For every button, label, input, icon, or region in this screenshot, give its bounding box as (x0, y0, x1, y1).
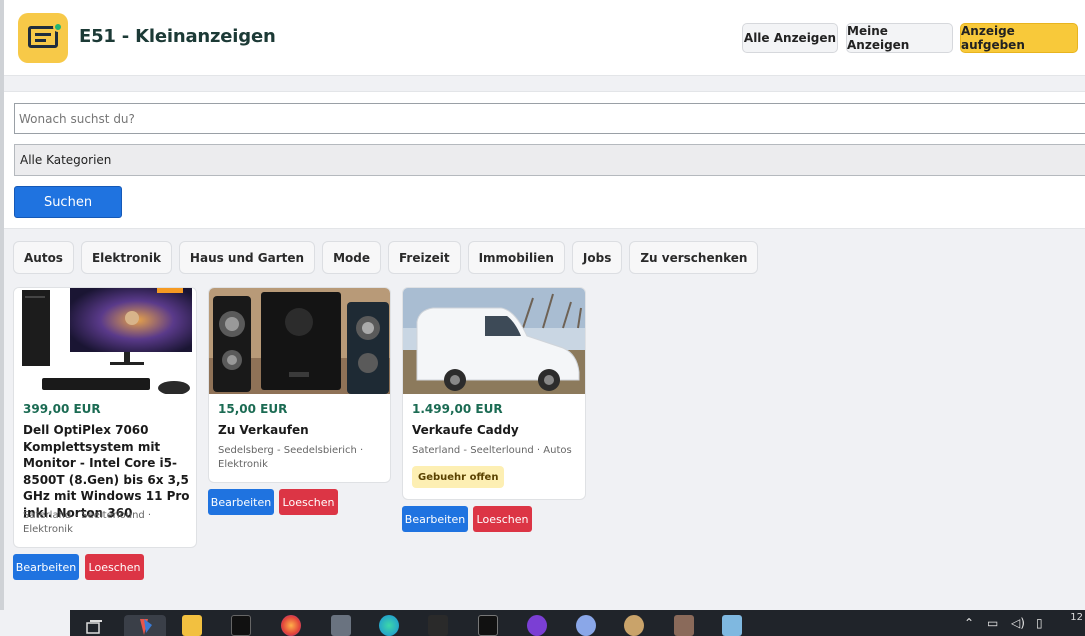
app-icon-cloud[interactable] (576, 615, 596, 636)
browser-app-icon[interactable] (124, 615, 166, 636)
task-view-icon[interactable] (84, 615, 104, 636)
category-chip-zu-verschenken[interactable]: Zu verschenken (629, 241, 759, 274)
listing-meta: Saterland - Seelterlound · Autos (412, 445, 572, 456)
avatar-app-icon[interactable] (674, 615, 694, 636)
calculator-icon[interactable] (331, 615, 351, 636)
chevron-up-icon[interactable]: ⌃ (964, 616, 974, 630)
edit-button[interactable]: Bearbeiten (208, 489, 274, 515)
all-listings-button[interactable]: Alle Anzeigen (742, 23, 838, 53)
delete-button[interactable]: Loeschen (85, 554, 144, 580)
listing-price: 399,00 EUR (23, 402, 101, 416)
category-chip-haus-und-garten[interactable]: Haus und Garten (178, 241, 316, 274)
listing-card[interactable]: 15,00 EUR Zu Verkaufen Sedelsberg - Seed… (208, 287, 391, 483)
taskbar-clock[interactable]: 12 (1070, 612, 1083, 624)
post-listing-button[interactable]: Anzeige aufgeben (960, 23, 1078, 53)
search-button[interactable]: Suchen (14, 186, 122, 218)
search-panel: Wonach suchst du? Alle Kategorien Suchen (4, 91, 1085, 229)
listing-price: 15,00 EUR (218, 402, 288, 416)
category-chip-jobs[interactable]: Jobs (571, 241, 623, 274)
delete-button[interactable]: Loeschen (279, 489, 338, 515)
listing-card[interactable]: 399,00 EUR Dell OptiPlex 7060 Komplettsy… (13, 287, 197, 548)
listing-title[interactable]: Verkaufe Caddy (412, 422, 580, 439)
listing-price: 1.499,00 EUR (412, 402, 503, 416)
listing-card[interactable]: 1.499,00 EUR Verkaufe Caddy Saterland - … (402, 287, 586, 500)
category-chip-elektronik[interactable]: Elektronik (80, 241, 172, 274)
listing-meta: Sedelsberg - Seedelsbierich · Elektronik (218, 445, 364, 470)
file-explorer-icon[interactable] (182, 615, 202, 636)
listing-image[interactable] (209, 288, 390, 394)
site-header: E51 - Kleinanzeigen Alle Anzeigen Meine … (4, 0, 1085, 76)
capcut-icon[interactable] (478, 615, 498, 636)
app-icon-blue[interactable] (722, 615, 742, 636)
category-chip-mode[interactable]: Mode (322, 241, 381, 274)
battery-icon[interactable]: ▯ (1036, 616, 1043, 630)
category-bar: Autos Elektronik Haus und Garten Mode Fr… (13, 241, 759, 274)
category-chip-freizeit[interactable]: Freizeit (387, 241, 461, 274)
my-listings-button[interactable]: Meine Anzeigen (846, 23, 953, 53)
gimp-icon[interactable] (428, 615, 448, 636)
volume-icon[interactable]: ◁) (1011, 616, 1025, 630)
network-icon[interactable]: ▭ (987, 616, 998, 630)
category-select[interactable]: Alle Kategorien (14, 144, 1085, 176)
listing-meta: Saterland - Seelterlound · Elektronik (23, 510, 152, 535)
fee-status-badge: Gebuehr offen (412, 466, 505, 488)
paint-icon[interactable] (624, 615, 644, 636)
edge-icon[interactable] (379, 615, 399, 636)
listing-title[interactable]: Dell OptiPlex 7060 Komplettsystem mit Mo… (23, 422, 191, 521)
terminal-icon[interactable] (231, 615, 251, 636)
listing-title[interactable]: Zu Verkaufen (218, 422, 386, 439)
os-taskbar: ⌃ ▭ ◁) ▯ 12 (0, 610, 1085, 636)
edit-button[interactable]: Bearbeiten (402, 506, 468, 532)
search-input[interactable]: Wonach suchst du? (14, 103, 1085, 134)
listing-image[interactable] (403, 288, 585, 394)
app-icon-purple[interactable] (527, 615, 547, 636)
firefox-icon[interactable] (281, 615, 301, 636)
app-title: E51 - Kleinanzeigen (79, 26, 276, 47)
delete-button[interactable]: Loeschen (473, 506, 532, 532)
category-chip-autos[interactable]: Autos (13, 241, 74, 274)
edit-button[interactable]: Bearbeiten (13, 554, 79, 580)
logo-icon[interactable] (18, 13, 68, 63)
listing-image[interactable] (14, 288, 196, 394)
category-chip-immobilien[interactable]: Immobilien (467, 241, 565, 274)
